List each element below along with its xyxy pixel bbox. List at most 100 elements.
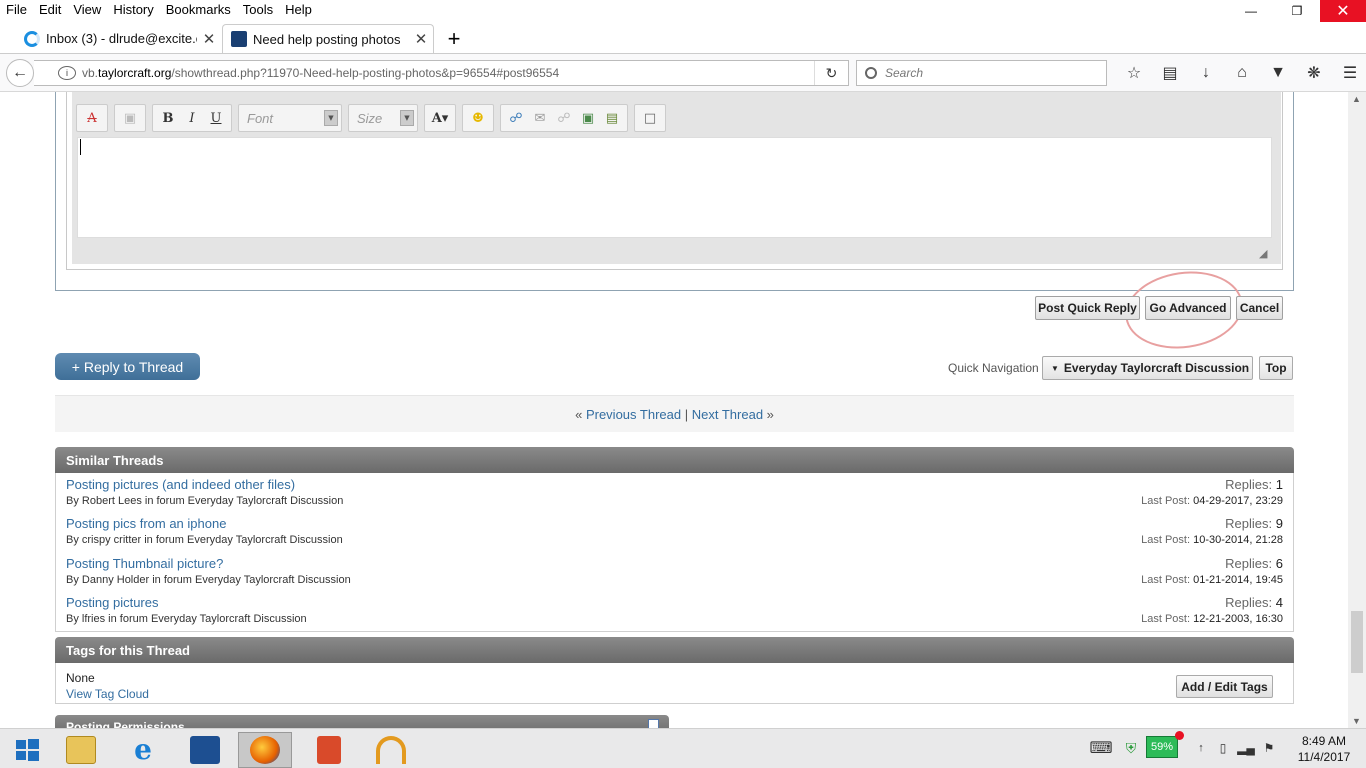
search-placeholder: Search <box>885 66 924 80</box>
thread-title-link[interactable]: Posting pictures <box>66 595 159 610</box>
post-quick-reply-button[interactable]: Post Quick Reply <box>1035 296 1140 320</box>
video-icon[interactable]: ▤ <box>600 111 624 126</box>
toolbar-group-smilies: ☻ <box>462 104 494 132</box>
bookmark-star-icon[interactable]: ☆ <box>1116 63 1152 83</box>
scroll-up-icon[interactable]: ▲ <box>1352 94 1361 104</box>
back-button[interactable]: ← <box>6 59 34 87</box>
scroll-down-icon[interactable]: ▼ <box>1352 716 1361 726</box>
device-icon[interactable]: ▯ <box>1212 741 1234 755</box>
headphones-app-icon[interactable] <box>364 732 418 768</box>
system-clock[interactable]: 8:49 AM 11/4/2017 <box>1292 733 1356 765</box>
reply-to-thread-button[interactable]: + Reply to Thread <box>55 353 200 380</box>
view-tag-cloud-link[interactable]: View Tag Cloud <box>66 687 149 701</box>
previous-thread-link[interactable]: Previous Thread <box>586 407 681 422</box>
cancel-button[interactable]: Cancel <box>1236 296 1283 320</box>
menu-edit[interactable]: Edit <box>33 0 67 20</box>
list-item: Posting pics from an iphone By crispy cr… <box>56 512 1293 551</box>
info-icon[interactable]: i <box>58 66 76 80</box>
size-select[interactable]: Size ▼ <box>348 104 418 132</box>
keyboard-icon[interactable]: ⌨ <box>1082 738 1120 758</box>
menu-bookmarks[interactable]: Bookmarks <box>160 0 237 20</box>
next-thread-link[interactable]: Next Thread <box>692 407 763 422</box>
message-textarea[interactable] <box>77 137 1272 238</box>
app-mascot-icon[interactable] <box>302 732 356 768</box>
toolbar-group-style: B I U <box>152 104 232 132</box>
system-tray: ⌨ ⛨ <box>1082 728 1142 768</box>
paste-icon[interactable]: ▣ <box>118 111 142 126</box>
last-post-label: Last Post: <box>1141 613 1191 625</box>
search-input[interactable]: Search <box>856 60 1107 86</box>
firefox-icon[interactable] <box>238 732 292 768</box>
system-tray-right: ↑ ▯ ▂▄ ⚑ <box>1190 728 1280 768</box>
menu-tools[interactable]: Tools <box>237 0 279 20</box>
menu-view[interactable]: View <box>67 0 107 20</box>
chevron-down-icon: ▼ <box>1051 363 1059 373</box>
menu-history[interactable]: History <box>107 0 159 20</box>
quick-navigation-select[interactable]: ▼ Everyday Taylorcraft Discussion <box>1042 356 1253 380</box>
thread-last-post: Last Post: 04-29-2017, 23:29 <box>1141 495 1283 507</box>
unlink-icon[interactable]: ☍ <box>552 111 576 126</box>
collapse-icon[interactable] <box>648 719 659 728</box>
signal-icon[interactable]: ▂▄ <box>1234 741 1258 755</box>
text-color-button[interactable]: A▾ <box>424 104 456 132</box>
menu-help[interactable]: Help <box>279 0 318 20</box>
battery-indicator[interactable]: 59% <box>1146 736 1178 758</box>
resize-grip-icon[interactable]: ◢ <box>1259 247 1267 260</box>
scroll-thumb[interactable] <box>1351 611 1363 673</box>
italic-icon[interactable]: I <box>180 111 204 126</box>
go-advanced-button[interactable]: Go Advanced <box>1145 296 1231 320</box>
minimize-button[interactable]: — <box>1228 0 1274 22</box>
last-post-label: Last Post: <box>1141 574 1191 586</box>
url-bar[interactable]: i vb. taylorcraft.org/showthread.php?1197… <box>34 60 849 86</box>
page-body: A ▣ B I U Font ▼ Size ▼ A▾ ☻ ☍ ✉ ☍ ▣ ▤ □… <box>0 92 1348 728</box>
windows-icon <box>16 739 39 761</box>
tab-need-help[interactable]: Need help posting photos ✕ <box>222 24 434 53</box>
font-select[interactable]: Font ▼ <box>238 104 342 132</box>
download-icon[interactable]: ↓ <box>1188 64 1224 82</box>
thread-title-link[interactable]: Posting pics from an iphone <box>66 516 226 531</box>
link-icon[interactable]: ☍ <box>504 111 528 126</box>
file-explorer-icon[interactable] <box>54 732 108 768</box>
chevron-up-icon[interactable]: ↑ <box>1190 742 1212 754</box>
underline-icon[interactable]: U <box>204 111 228 126</box>
posting-permissions-heading: Posting Permissions <box>55 715 669 728</box>
start-button[interactable] <box>0 732 54 768</box>
thread-title-link[interactable]: Posting pictures (and indeed other files… <box>66 477 295 492</box>
home-icon[interactable]: ⌂ <box>1224 64 1260 82</box>
thread-last-post: Last Post: 01-21-2014, 19:45 <box>1141 574 1283 586</box>
remove-format-icon[interactable]: A <box>80 111 104 126</box>
quote-icon[interactable]: □ <box>638 111 662 126</box>
replies-count: 6 <box>1275 556 1283 571</box>
close-tab-icon[interactable]: ✕ <box>409 30 433 48</box>
similar-threads-list: Posting pictures (and indeed other files… <box>55 473 1294 632</box>
replies-count: 1 <box>1275 477 1283 492</box>
lenovo-app-icon[interactable] <box>178 732 232 768</box>
chevron-down-icon: ▼ <box>324 110 338 126</box>
add-edit-tags-button[interactable]: Add / Edit Tags <box>1176 675 1273 698</box>
smiley-icon[interactable]: ☻ <box>466 111 490 126</box>
thread-navigation: « Previous Thread | Next Thread » <box>55 395 1294 432</box>
site-favicon-icon <box>231 31 247 47</box>
reload-icon[interactable]: ↻ <box>814 61 848 85</box>
page-scrollbar[interactable]: ▲ ▼ <box>1348 92 1366 728</box>
toolbar-group-quote: □ <box>634 104 666 132</box>
flag-icon[interactable]: ⚑ <box>1258 741 1280 755</box>
image-icon[interactable]: ▣ <box>576 111 600 126</box>
shield-icon[interactable]: ⛨ <box>1120 740 1142 757</box>
bold-icon[interactable]: B <box>156 111 180 126</box>
top-button[interactable]: Top <box>1259 356 1293 380</box>
thread-title-link[interactable]: Posting Thumbnail picture? <box>66 556 223 571</box>
toolbar-group-format-clear: A <box>76 104 108 132</box>
close-window-button[interactable]: ✕ <box>1320 0 1366 22</box>
menu-file[interactable]: File <box>0 0 33 20</box>
reading-list-icon[interactable]: ▤ <box>1152 63 1188 83</box>
extension-icon[interactable]: ❋ <box>1296 63 1332 83</box>
close-tab-icon[interactable]: ✕ <box>197 30 221 48</box>
pocket-icon[interactable]: ▼ <box>1260 64 1296 82</box>
new-tab-button[interactable]: + <box>442 24 466 53</box>
email-icon[interactable]: ✉ <box>528 111 552 126</box>
tab-inbox[interactable]: Inbox (3) - dlrude@excite.co ✕ <box>16 24 221 53</box>
restore-button[interactable]: ❐ <box>1274 0 1320 22</box>
hamburger-menu-icon[interactable]: ☰ <box>1332 63 1366 83</box>
internet-explorer-icon[interactable]: e <box>116 732 170 768</box>
